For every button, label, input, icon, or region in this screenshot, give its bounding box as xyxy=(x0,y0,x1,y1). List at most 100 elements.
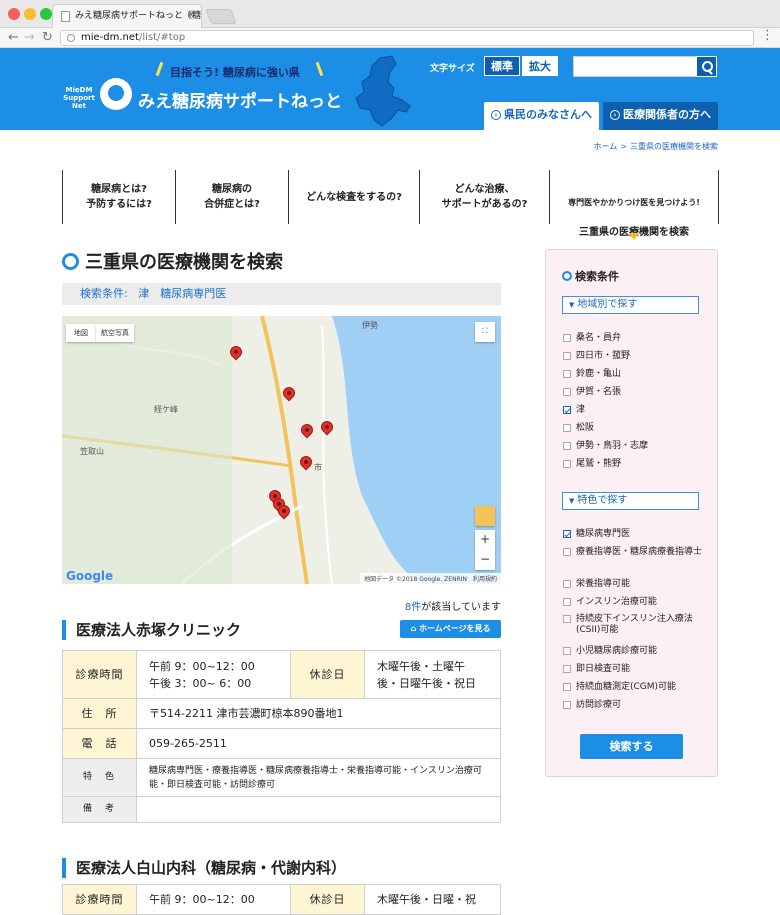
street-view-pegman-icon[interactable] xyxy=(475,506,495,526)
clinic-name: 医療法人赤塚クリニック xyxy=(62,620,241,640)
feature-checkbox[interactable]: 持続皮下インスリン注入療法(CSII)可能 xyxy=(563,614,703,636)
checkbox-icon[interactable] xyxy=(563,580,571,588)
checkbox-icon[interactable] xyxy=(563,615,571,623)
area-checkbox[interactable]: 四日市・菰野 xyxy=(563,351,703,362)
checkbox-icon[interactable] xyxy=(563,388,571,396)
back-arrow-icon[interactable]: ← xyxy=(8,30,19,45)
feature-checkbox[interactable]: 小児糖尿病診療可能 xyxy=(563,646,703,657)
site-search-input[interactable] xyxy=(573,56,697,77)
area-checkbox[interactable]: 尾鷲・熊野 xyxy=(563,459,703,470)
homepage-button[interactable]: ⌂ ホームページを見る xyxy=(400,620,501,638)
search-condition-bar: 検索条件: 津 糖尿病専門医 xyxy=(62,283,501,305)
breadcrumb-current[interactable]: 三重県の医療機関を検索 xyxy=(630,142,718,151)
breadcrumb-home-link[interactable]: ホーム xyxy=(594,142,618,151)
map-place-label: 市 xyxy=(314,463,322,472)
area-section-header[interactable]: ▼ 地域別で探す xyxy=(562,296,699,314)
map-place-label: 笠取山 xyxy=(80,447,104,456)
feature-checkbox[interactable]: 訪問診療可 xyxy=(563,700,703,711)
caret-down-icon: ▼ xyxy=(569,301,575,309)
forward-arrow-icon[interactable]: → xyxy=(24,30,35,45)
google-logo[interactable]: Google xyxy=(66,569,113,583)
closed-days-value: 木曜午後・土曜午 後・日曜午後・祝日 xyxy=(364,650,501,699)
search-submit-button[interactable]: 検索する xyxy=(580,734,683,759)
hours-value: 午前 9：00~12：00 午後 3：00~ 6：00 xyxy=(136,650,291,699)
checkbox-icon[interactable] xyxy=(563,530,571,538)
nav-item-search-facilities[interactable]: 専門医やかかりつけ医を見つけよう! 三重県の医療機関を検索 xyxy=(549,170,719,240)
page-favicon-icon xyxy=(61,11,70,22)
nav-item-tests[interactable]: どんな検査をするの? xyxy=(288,170,419,224)
notes-value xyxy=(136,796,501,823)
feature-checkbox-label: インスリン治療可能 xyxy=(576,597,657,607)
font-large-button[interactable]: 拡大 xyxy=(522,56,558,76)
checkbox-icon[interactable] xyxy=(563,665,571,673)
feature-checkbox-label: 小児糖尿病診療可能 xyxy=(576,646,658,656)
browser-menu-icon[interactable]: ⋮ xyxy=(761,28,774,43)
address-value: 〒514-2211 津市芸濃町椋本890番地1 xyxy=(136,698,501,729)
feature-checkbox-label: 訪問診療可 xyxy=(576,700,622,710)
checkbox-icon[interactable] xyxy=(563,424,571,432)
font-standard-button[interactable]: 標準 xyxy=(484,56,520,76)
tab-residents[interactable]: › 県民のみなさんへ xyxy=(484,102,599,130)
close-tab-icon[interactable]: ✕ xyxy=(187,5,195,27)
feature-checkbox[interactable]: インスリン治療可能 xyxy=(563,597,703,608)
map-copyright[interactable]: 地図データ ©2018 Google, ZENRIN 利用規約 xyxy=(360,573,501,584)
logo-mark-icon[interactable] xyxy=(100,78,132,110)
new-tab-button[interactable] xyxy=(205,9,237,24)
search-icon[interactable] xyxy=(696,56,717,77)
area-checkbox[interactable]: 松阪 xyxy=(563,423,703,434)
browser-tab[interactable]: みえ糖尿病サポートねっと《糖尿 ✕ xyxy=(52,4,202,28)
feature-checkbox-label: 糖尿病専門医 xyxy=(576,529,631,539)
minimize-window-icon[interactable] xyxy=(24,8,36,20)
checkbox-icon[interactable] xyxy=(563,406,571,414)
nav-item-treatment[interactable]: どんな治療、 サポートがあるの? xyxy=(419,170,549,224)
fullscreen-icon[interactable]: ⛶ xyxy=(475,322,495,342)
area-checkbox[interactable]: 桑名・員弁 xyxy=(563,333,703,344)
checkbox-icon[interactable] xyxy=(563,598,571,606)
checkbox-icon[interactable] xyxy=(563,460,571,468)
nav-item-complications[interactable]: 糖尿病の 合併症とは? xyxy=(175,170,288,224)
satellite-type-button[interactable]: 航空写真 xyxy=(96,324,134,342)
result-count: 8件が該当しています xyxy=(405,598,501,613)
nav-item-about-diabetes[interactable]: 糖尿病とは? 予防するには? xyxy=(62,170,175,224)
nav-item-search-caption: 専門医やかかりつけ医を見つけよう! xyxy=(568,198,700,207)
area-checkbox[interactable]: 伊勢・鳥羽・志摩 xyxy=(563,441,703,452)
clinic-map[interactable]: 地図 航空写真 ⛶ + − 経ケ峰 笠取山 伊勢 市 Google 地図データ … xyxy=(62,316,501,584)
area-checkbox[interactable]: 伊賀・名張 xyxy=(563,387,703,398)
tab-medical[interactable]: › 医療関係者の方へ xyxy=(603,102,718,130)
reload-icon[interactable]: ↻ xyxy=(42,30,53,45)
address-bar[interactable]: mie-dm.net/list/#top xyxy=(60,30,754,46)
feature-checkbox[interactable]: 栄養指導可能 xyxy=(563,579,703,590)
area-checkbox-label: 四日市・菰野 xyxy=(576,351,631,361)
sidebar-title: 検索条件 xyxy=(562,268,619,284)
site-logo-title[interactable]: みえ糖尿病サポートねっと xyxy=(138,87,342,112)
checkbox-icon[interactable] xyxy=(563,548,571,556)
zoom-out-button[interactable]: − xyxy=(475,550,495,570)
sidebar-title-text: 検索条件 xyxy=(575,270,619,283)
feature-checkbox[interactable]: 糖尿病専門医 xyxy=(563,529,703,540)
site-header: 目指そう! 糖尿病に強い県 MieDM Support Net みえ糖尿病サポー… xyxy=(0,48,780,130)
page-title: 三重県の医療機関を検索 xyxy=(62,248,283,274)
area-checkbox[interactable]: 鈴鹿・亀山 xyxy=(563,369,703,380)
feature-checkbox[interactable]: 即日検査可能 xyxy=(563,664,703,675)
map-type-button[interactable]: 地図 xyxy=(66,324,96,342)
area-checkbox[interactable]: 津 xyxy=(563,405,703,416)
url-path: /list/#top xyxy=(138,32,186,43)
spark-decoration xyxy=(155,61,164,77)
checkbox-icon[interactable] xyxy=(563,334,571,342)
close-window-icon[interactable] xyxy=(8,8,20,20)
checkbox-icon[interactable] xyxy=(563,370,571,378)
checkbox-icon[interactable] xyxy=(563,352,571,360)
checkbox-icon[interactable] xyxy=(563,442,571,450)
caret-down-icon: ▼ xyxy=(569,497,575,505)
page-title-text: 三重県の医療機関を検索 xyxy=(85,252,283,273)
feature-section-header[interactable]: ▼ 特色で探す xyxy=(562,492,699,510)
area-checkbox-label: 津 xyxy=(576,405,586,415)
phone-value[interactable]: 059-265-2511 xyxy=(136,728,501,759)
checkbox-icon[interactable] xyxy=(563,701,571,709)
checkbox-icon[interactable] xyxy=(563,683,571,691)
feature-checkbox[interactable]: 持続血糖測定(CGM)可能 xyxy=(563,682,703,693)
zoom-in-button[interactable]: + xyxy=(475,530,495,550)
maximize-window-icon[interactable] xyxy=(40,8,52,20)
feature-checkbox[interactable]: 療養指導医・糖尿病療養指導士 xyxy=(563,547,703,558)
checkbox-icon[interactable] xyxy=(563,647,571,655)
